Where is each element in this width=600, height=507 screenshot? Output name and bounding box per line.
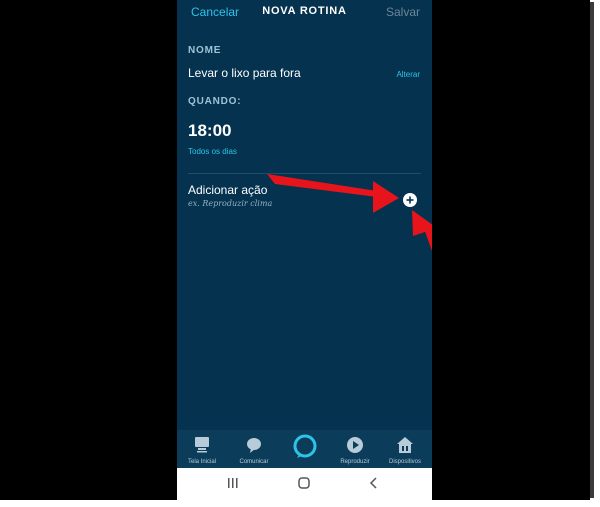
home-icon[interactable] bbox=[297, 476, 311, 490]
nav-item-communicate[interactable]: Comunicar bbox=[229, 430, 279, 468]
system-nav-bar bbox=[177, 468, 432, 500]
alexa-ring-icon bbox=[293, 434, 317, 458]
nav-item-play[interactable]: Reproduzir bbox=[330, 430, 380, 468]
alexa-button[interactable] bbox=[292, 433, 318, 459]
arrow-diagonal bbox=[412, 210, 432, 251]
nav-label-play: Reproduzir bbox=[340, 459, 370, 465]
phone-screen: Cancelar NOVA ROTINA Salvar NOME Levar o… bbox=[177, 0, 432, 500]
annotation-arrows bbox=[267, 174, 432, 251]
nav-item-home-screen[interactable]: Tela Inicial bbox=[177, 430, 227, 468]
play-icon bbox=[347, 437, 363, 453]
chat-bubble-icon bbox=[247, 438, 261, 453]
nav-item-devices[interactable]: Dispositivos bbox=[380, 430, 430, 468]
devices-house-icon bbox=[397, 437, 413, 453]
back-icon[interactable] bbox=[369, 476, 379, 490]
recents-icon[interactable] bbox=[227, 476, 239, 490]
home-screen-icon bbox=[195, 437, 209, 453]
nav-label-home-screen: Tela Inicial bbox=[187, 459, 216, 465]
nav-label-devices: Dispositivos bbox=[388, 459, 421, 465]
nav-label-communicate: Comunicar bbox=[239, 459, 269, 465]
arrow-horizontal bbox=[267, 174, 399, 213]
